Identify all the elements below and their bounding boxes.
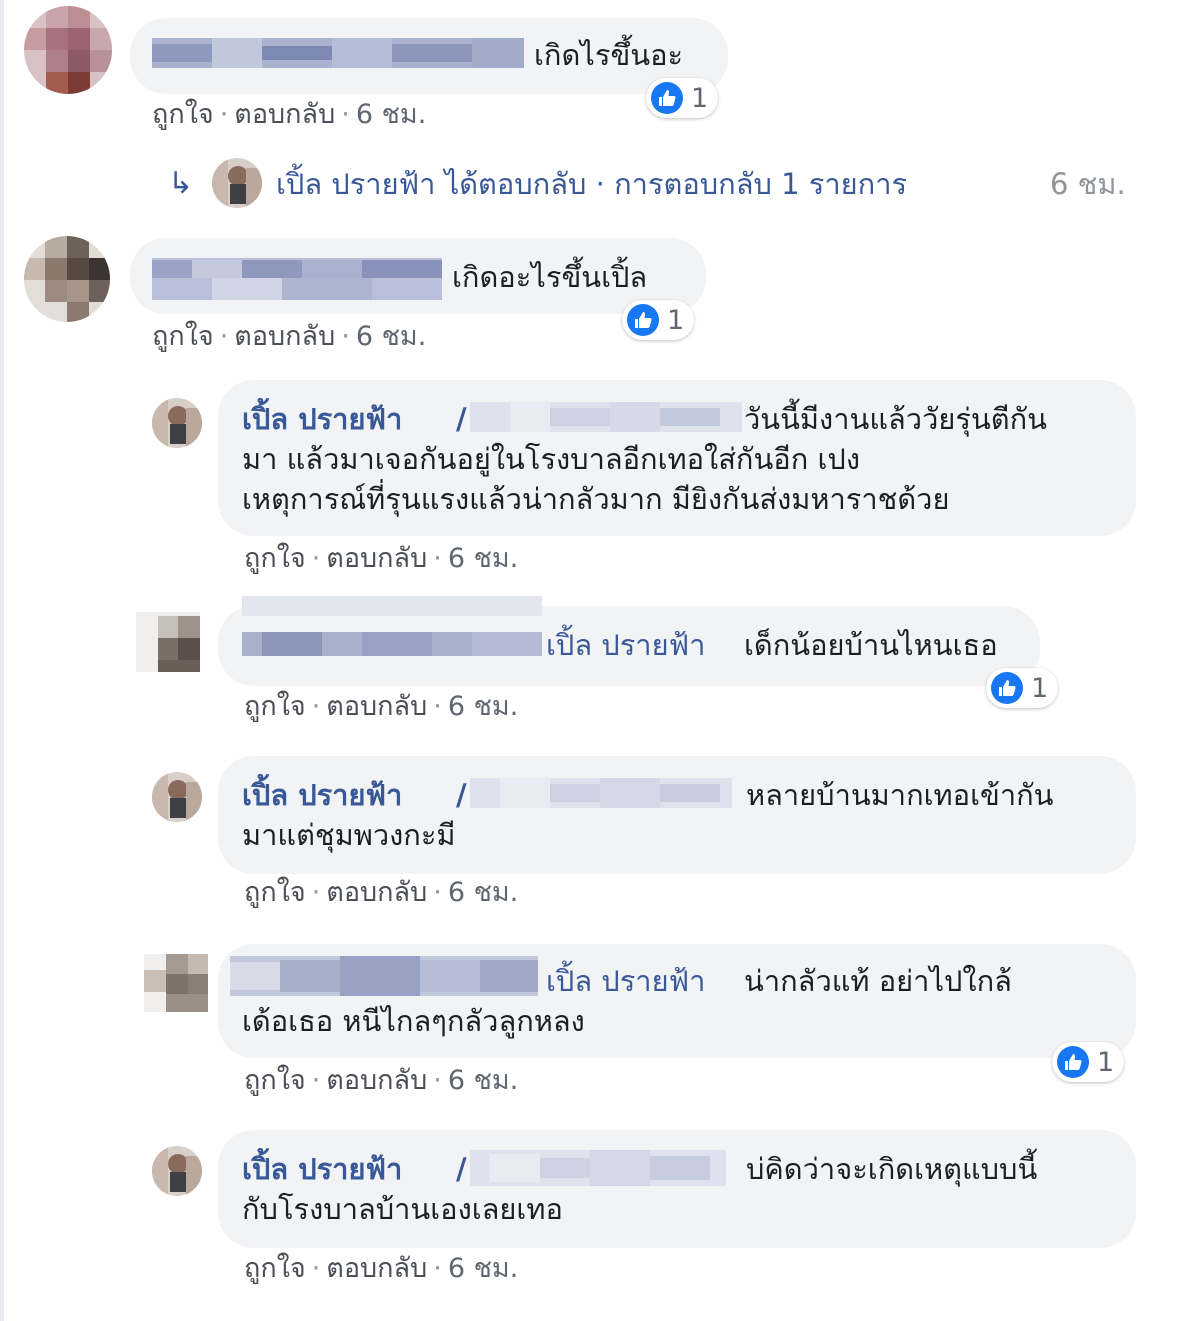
timestamp[interactable]: 6 ชม. [356, 321, 426, 352]
reply-text-line: เหตุการณ์ที่รุนแรงแล้วน่ากลัวมาก มียิงกั… [242, 482, 950, 516]
comment-text: เกิดไรขึ้นอะ [534, 38, 684, 72]
replier-avatar[interactable] [144, 954, 208, 1012]
like-icon [627, 304, 659, 336]
replier-avatar[interactable] [212, 158, 262, 208]
reaction-count[interactable]: 1 [1052, 1042, 1125, 1082]
reply-link[interactable]: ตอบกลับ [326, 1065, 427, 1096]
reaction-number: 1 [667, 304, 685, 336]
comment-actions: ถูกใจ · ตอบกลับ · 6 ชม. [152, 99, 427, 130]
blurred-mention[interactable] [470, 402, 742, 432]
slash-separator: / [456, 778, 467, 812]
reply-author: เปิ้ล ปรายฟ้า [276, 167, 436, 201]
like-link[interactable]: ถูกใจ [244, 543, 306, 574]
blurred-author-name[interactable] [230, 956, 538, 996]
blurred-author-name[interactable] [242, 596, 542, 660]
like-icon [651, 82, 683, 114]
replier-avatar[interactable] [152, 398, 202, 448]
blurred-author-name[interactable] [152, 258, 442, 300]
reply-actions: ถูกใจ · ตอบกลับ · 6 ชม. [244, 691, 519, 722]
reply-actions: ถูกใจ · ตอบกลับ · 6 ชม. [244, 543, 519, 574]
slash-separator: / [456, 402, 467, 436]
reply-text-line: น่ากลัวแท้ อย่าไปใกล้ [744, 964, 1012, 998]
comment-text: เกิดอะไรขึ้นเปิ้ล [452, 260, 648, 294]
like-icon [991, 672, 1023, 704]
reply-actions: ถูกใจ · ตอบกลับ · 6 ชม. [244, 877, 519, 908]
like-link[interactable]: ถูกใจ [244, 1065, 306, 1096]
replier-avatar[interactable] [152, 772, 202, 822]
like-link[interactable]: ถูกใจ [244, 877, 306, 908]
left-border [0, 0, 4, 1321]
reply-author-name[interactable]: เปิ้ล ปรายฟ้า [242, 1150, 402, 1189]
timestamp[interactable]: 6 ชม. [448, 1065, 518, 1096]
blurred-mention[interactable] [470, 1150, 726, 1186]
reply-author-name[interactable]: เปิ้ล ปรายฟ้า [242, 400, 402, 439]
mention-link[interactable]: เปิ้ล ปรายฟ้า [546, 626, 705, 665]
reply-summary-text: ได้ตอบกลับ · การตอบกลับ 1 รายการ [444, 167, 908, 201]
reply-summary-link[interactable]: เปิ้ล ปรายฟ้า ได้ตอบกลับ · การตอบกลับ 1 … [276, 164, 907, 204]
like-link[interactable]: ถูกใจ [152, 99, 214, 130]
reply-link[interactable]: ตอบกลับ [234, 321, 335, 352]
comment-actions: ถูกใจ · ตอบกลับ · 6 ชม. [152, 321, 427, 352]
reply-actions: ถูกใจ · ตอบกลับ · 6 ชม. [244, 1253, 519, 1284]
reaction-count[interactable]: 1 [646, 78, 719, 118]
reaction-number: 1 [691, 82, 709, 114]
reply-text-line: มา แล้วมาเจอกันอยู่ในโรงบาลอีกเทอใส่กันอ… [242, 442, 860, 476]
reply-link[interactable]: ตอบกลับ [234, 99, 335, 130]
timestamp[interactable]: 6 ชม. [448, 543, 518, 574]
reply-text-line: วันนี้มีงานแล้ววัยรุ่นตีกัน [744, 402, 1047, 436]
commenter-avatar[interactable] [24, 6, 112, 94]
reply-link[interactable]: ตอบกลับ [326, 1253, 427, 1284]
timestamp[interactable]: 6 ชม. [448, 1253, 518, 1284]
timestamp[interactable]: 6 ชม. [448, 877, 518, 908]
reply-arrow-icon: ↳ [168, 166, 194, 201]
reaction-count[interactable]: 1 [622, 300, 695, 340]
replier-avatar[interactable] [152, 1146, 202, 1196]
reply-link[interactable]: ตอบกลับ [326, 543, 427, 574]
blurred-author-name[interactable] [152, 38, 524, 68]
like-link[interactable]: ถูกใจ [152, 321, 214, 352]
reaction-number: 1 [1097, 1046, 1115, 1078]
commenter-avatar[interactable] [24, 236, 110, 322]
reply-bubble [218, 756, 1136, 874]
reaction-number: 1 [1031, 672, 1049, 704]
reply-link[interactable]: ตอบกลับ [326, 691, 427, 722]
reply-text-line: เด็กน้อยบ้านไหนเธอ [744, 628, 998, 662]
reply-bubble [218, 1130, 1136, 1248]
reply-text-line: บ่คิดว่าจะเกิดเหตุแบบนี้ [746, 1152, 1038, 1186]
reply-author-name[interactable]: เปิ้ล ปรายฟ้า [242, 776, 402, 815]
timestamp[interactable]: 6 ชม. [356, 99, 426, 130]
reaction-count[interactable]: 1 [986, 668, 1059, 708]
slash-separator: / [456, 1152, 467, 1186]
blurred-mention[interactable] [470, 778, 732, 808]
reply-link[interactable]: ตอบกลับ [326, 877, 427, 908]
reply-actions: ถูกใจ · ตอบกลับ · 6 ชม. [244, 1065, 519, 1096]
mention-link[interactable]: เปิ้ล ปรายฟ้า [546, 962, 705, 1001]
reply-text-line: มาแต่ชุมพวงกะมี [242, 818, 456, 852]
like-link[interactable]: ถูกใจ [244, 691, 306, 722]
like-link[interactable]: ถูกใจ [244, 1253, 306, 1284]
replier-avatar[interactable] [136, 612, 200, 672]
like-icon [1057, 1046, 1089, 1078]
reply-text-line: กับโรงบาลบ้านเองเลยเทอ [242, 1192, 563, 1226]
reply-summary-time: 6 ชม. [1050, 167, 1126, 201]
reply-text-line: หลายบ้านมากเทอเข้ากัน [746, 778, 1054, 812]
reply-text-line: เด้อเธอ หนีไกลๆกลัวลูกหลง [242, 1004, 585, 1038]
timestamp[interactable]: 6 ชม. [448, 691, 518, 722]
